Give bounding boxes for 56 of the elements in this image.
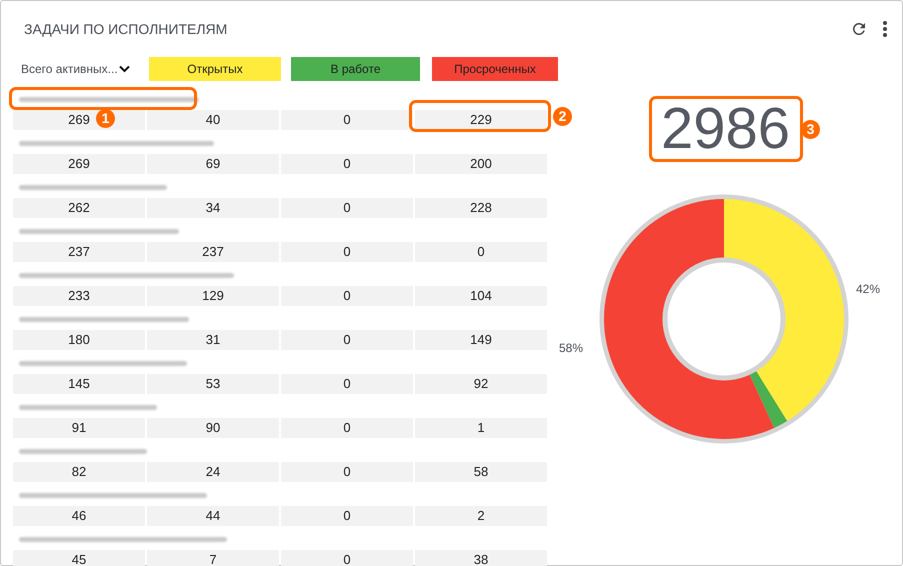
table-cell: 92	[415, 374, 547, 394]
table-cell: 0	[415, 242, 547, 262]
table-cell: 0	[281, 330, 413, 350]
card-title: ЗАДАЧИ ПО ИСПОЛНИТЕЛЯМ	[24, 20, 228, 39]
column-header: В работе	[291, 57, 420, 81]
table-cell: 24	[147, 462, 279, 482]
table-cell: 40	[147, 110, 279, 130]
table-cell: 1	[415, 418, 547, 438]
table-cell: 0	[281, 374, 413, 394]
table-cell: 0	[281, 242, 413, 262]
table-cell: 233	[13, 286, 145, 306]
table-cell: 180	[13, 330, 145, 350]
table-cell: 7	[147, 550, 279, 566]
table-cell: 0	[281, 110, 413, 130]
chevron-down-icon	[118, 65, 130, 73]
table-cell: 53	[147, 374, 279, 394]
table-cell: 0	[281, 154, 413, 174]
table-cell: 44	[147, 506, 279, 526]
table-cell: 58	[415, 462, 547, 482]
table-cell: 69	[147, 154, 279, 174]
table-cell: 90	[147, 418, 279, 438]
column-header: Просроченных	[432, 57, 558, 81]
more-icon[interactable]	[882, 20, 888, 38]
table-cell: 269	[13, 154, 145, 174]
table-cell: 145	[13, 374, 145, 394]
callout-number: 2	[553, 107, 572, 126]
table-cell: 46	[13, 506, 145, 526]
table-cell: 0	[281, 506, 413, 526]
table-cell: 0	[281, 418, 413, 438]
table-cell: 228	[415, 198, 547, 218]
column-header: Открытых	[149, 57, 281, 81]
filter-dropdown[interactable]: Всего активных...	[13, 57, 145, 81]
table-cell: 129	[147, 286, 279, 306]
table-cell: 0	[281, 462, 413, 482]
table-cell: 149	[415, 330, 547, 350]
table-cell: 0	[281, 286, 413, 306]
value-label: 58%	[559, 340, 584, 357]
table-cell: 0	[281, 198, 413, 218]
value-label: 42%	[856, 281, 880, 298]
table-cell: 45	[13, 550, 145, 566]
table-cell: 0	[281, 550, 413, 566]
table-cell: 34	[147, 198, 279, 218]
table-cell: 31	[147, 330, 279, 350]
total-count: 2986	[660, 104, 790, 154]
table-cell: 82	[13, 462, 145, 482]
table-cell: 262	[13, 198, 145, 218]
table-cell: 91	[13, 418, 145, 438]
table-cell: 104	[415, 286, 547, 306]
table-cell: 237	[13, 242, 145, 262]
table-cell: 2	[415, 506, 547, 526]
table-cell: 200	[415, 154, 547, 174]
table-cell: 237	[147, 242, 279, 262]
refresh-icon[interactable]	[850, 20, 868, 38]
callout-number: 3	[801, 120, 820, 139]
table-cell: 38	[415, 550, 547, 566]
table-cell: 229	[415, 110, 547, 130]
